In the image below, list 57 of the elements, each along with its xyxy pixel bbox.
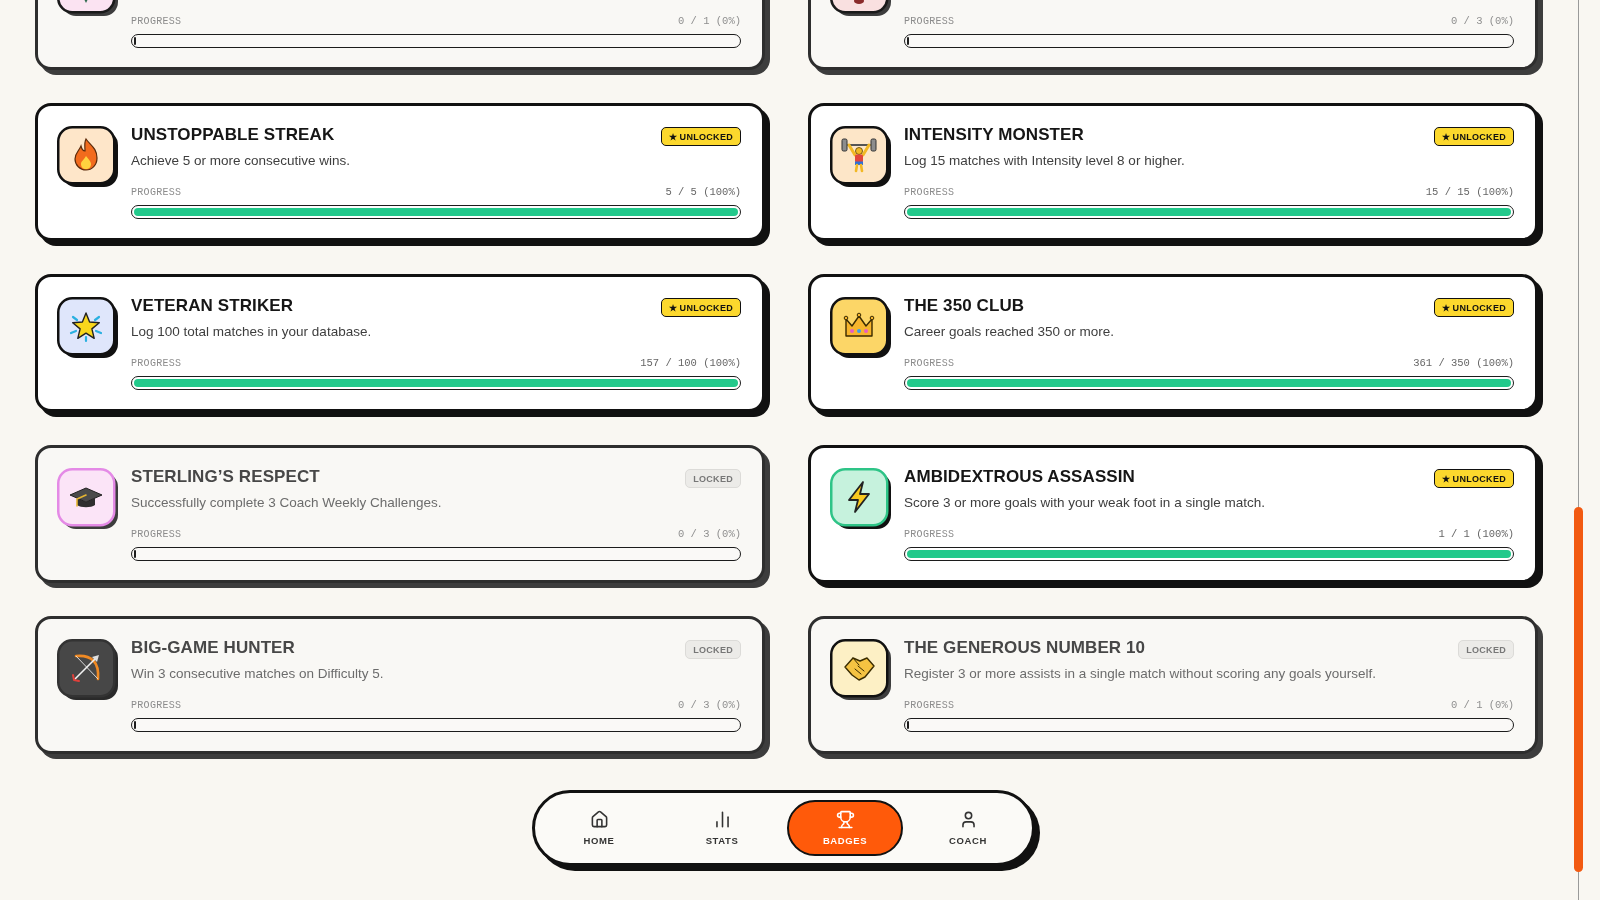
- achievement-title: VETERAN STRIKER: [131, 295, 294, 317]
- progress-label: PROGRESS: [904, 357, 955, 369]
- lightning-bolt-icon: [830, 468, 892, 530]
- achievement-title: INTENSITY MONSTER: [904, 124, 1084, 146]
- achievement-description: Log 15 matches with Intensity level 8 or higher.: [904, 152, 1186, 170]
- flame-icon: [57, 126, 119, 188]
- status-tag: LOCKED: [1458, 640, 1514, 659]
- status-tag: LOCKED: [685, 640, 741, 659]
- achievement-description: Career goals reached 350 or more.: [904, 323, 1116, 341]
- home-icon: [589, 810, 609, 829]
- progress-value: 0 / 1 (0%): [678, 15, 741, 27]
- scrollbar-thumb[interactable]: [1574, 507, 1583, 872]
- status-tag: ★ UNLOCKED: [1433, 127, 1514, 146]
- status-tag: LOCKED: [685, 469, 741, 488]
- status-tag: ★ UNLOCKED: [660, 127, 741, 146]
- achievement-title: THE GENEROUS NUMBER 10: [904, 637, 1146, 659]
- achievement-title: AMBIDEXTROUS ASSASSIN: [904, 466, 1135, 488]
- achievement-description: Achieve 5 or more consecutive wins.: [131, 152, 352, 170]
- achievement-title: THE 350 CLUB: [904, 295, 1025, 317]
- achievement-description: Score 3 or more goals with your weak foot in a single match.: [904, 494, 1266, 512]
- nav-tab[interactable]: COACH: [910, 800, 1026, 856]
- handshake-icon: [830, 639, 892, 701]
- achievement-description: Log 100 total matches in your database.: [131, 323, 373, 341]
- progress-value: 15 / 15 (100%): [1425, 186, 1514, 198]
- progress-label: PROGRESS: [904, 15, 955, 27]
- progress-value: 5 / 5 (100%): [665, 186, 741, 198]
- progress-label: PROGRESS: [131, 357, 182, 369]
- nav-tab[interactable]: STATS: [664, 800, 780, 856]
- achievement-title: UNSTOPPABLE STREAK: [131, 124, 335, 146]
- progress-label: PROGRESS: [904, 699, 955, 711]
- trophy-icon: [835, 810, 855, 829]
- progress-value: 157 / 100 (100%): [640, 357, 741, 369]
- status-tag: ★ UNLOCKED: [1433, 298, 1514, 317]
- weightlifter-icon: [830, 126, 892, 188]
- achievement-title: STERLING’S RESPECT: [131, 466, 320, 488]
- progress-value: 0 / 3 (0%): [678, 699, 741, 711]
- graduation-cap-icon: [57, 468, 119, 530]
- progress-label: PROGRESS: [131, 528, 182, 540]
- progress-label: PROGRESS: [131, 15, 182, 27]
- progress-value: 1 / 1 (100%): [1438, 528, 1514, 540]
- achievement-description: Register 3 or more assists in a single match without scoring any goals yourself.: [904, 665, 1377, 683]
- progress-label: PROGRESS: [131, 186, 182, 198]
- achievement-description: Successfully complete 3 Coach Weekly Challenges.: [131, 494, 443, 512]
- progress-value: 361 / 350 (100%): [1413, 357, 1514, 369]
- nav-tab[interactable]: HOME: [541, 800, 657, 856]
- status-tag: ★ UNLOCKED: [660, 298, 741, 317]
- star-burst-icon: [57, 297, 119, 359]
- progress-label: PROGRESS: [904, 528, 955, 540]
- progress-label: PROGRESS: [131, 699, 182, 711]
- crown-icon: [830, 297, 892, 359]
- progress-label: PROGRESS: [904, 186, 955, 198]
- progress-value: 0 / 1 (0%): [1451, 699, 1514, 711]
- progress-value: 0 / 3 (0%): [1451, 15, 1514, 27]
- progress-value: 0 / 3 (0%): [678, 528, 741, 540]
- achievement-description: Win 3 consecutive matches on Difficulty 5.: [131, 665, 385, 683]
- achievement-title: BIG-GAME HUNTER: [131, 637, 295, 659]
- status-tag: ★ UNLOCKED: [1433, 469, 1514, 488]
